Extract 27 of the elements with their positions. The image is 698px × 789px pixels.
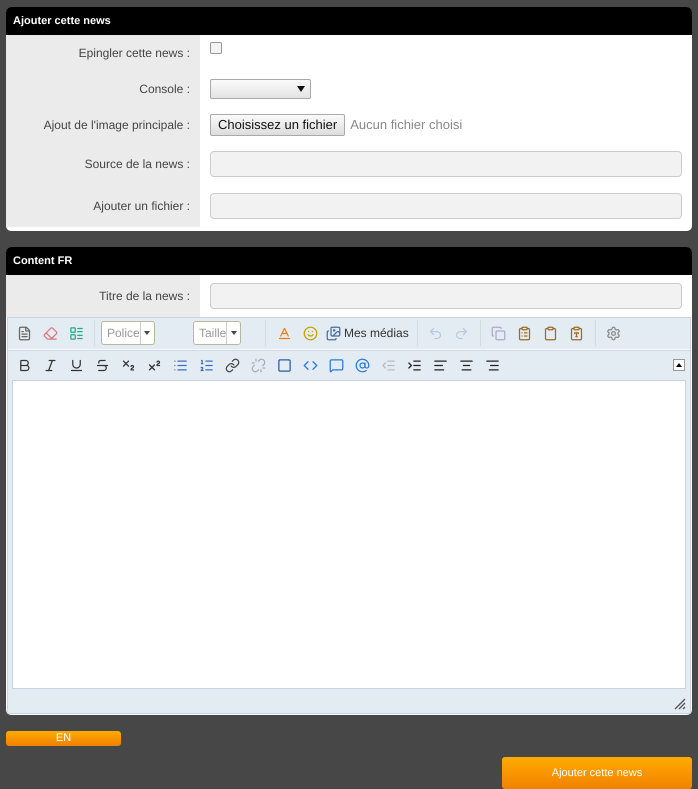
text-field[interactable] bbox=[210, 193, 682, 219]
checkbox[interactable] bbox=[210, 42, 222, 54]
field-label: Console : bbox=[139, 81, 190, 98]
file-button[interactable]: Choisissez un fichier bbox=[210, 114, 346, 136]
field-label: Ajouter un fichier : bbox=[93, 198, 190, 215]
panel-title: Content FR bbox=[13, 254, 72, 269]
dropdown-icon bbox=[230, 331, 237, 336]
images-icon bbox=[326, 326, 341, 341]
file-status: Aucun fichier choisi bbox=[350, 116, 462, 134]
submit-button[interactable]: Ajouter cette news bbox=[502, 757, 692, 789]
text-field[interactable] bbox=[210, 151, 682, 177]
field-label: Epingler cette news : bbox=[78, 45, 190, 62]
combo-box[interactable]: Taille bbox=[193, 321, 242, 346]
dropdown-icon bbox=[144, 331, 150, 336]
media-button[interactable]: Mes médias bbox=[324, 322, 411, 344]
resize-grip-icon bbox=[674, 698, 686, 710]
text-field[interactable] bbox=[210, 282, 682, 309]
console-select[interactable] bbox=[210, 79, 311, 99]
panel-title: Ajouter cette news bbox=[13, 14, 111, 29]
combo-box[interactable]: Police bbox=[101, 321, 155, 346]
collapse-button[interactable] bbox=[673, 359, 685, 372]
language-button[interactable]: EN bbox=[6, 731, 121, 746]
collapse-icon bbox=[676, 363, 682, 368]
field-label: Source de la news : bbox=[84, 156, 190, 173]
field-label: Titre de la news : bbox=[99, 288, 190, 305]
field-label: Ajout de l'image principale : bbox=[44, 117, 190, 134]
dropdown-icon bbox=[297, 86, 305, 92]
